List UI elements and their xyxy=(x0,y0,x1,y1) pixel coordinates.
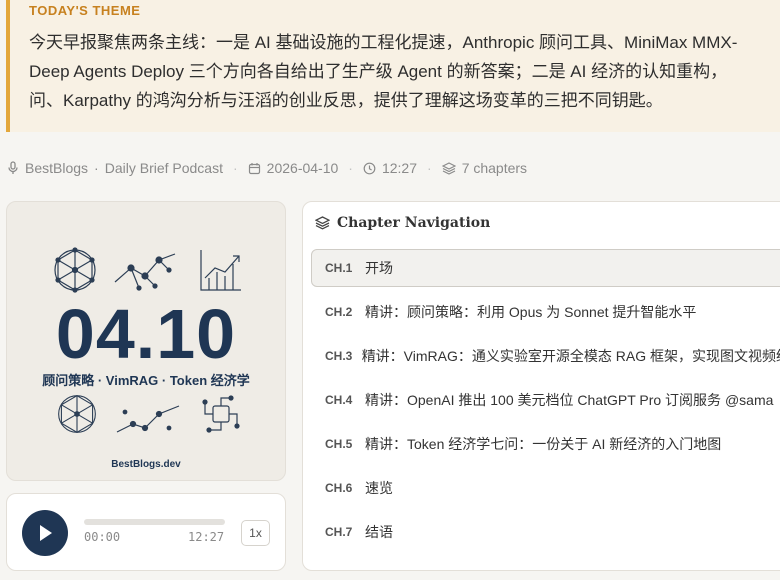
chapter-item[interactable]: CH.5 精讲：Token 经济学七问：一份关于 AI 新经济的入门地图 xyxy=(311,425,780,463)
clock-icon xyxy=(363,162,376,175)
play-icon xyxy=(40,525,52,541)
episode-date: 2026-04-10 xyxy=(266,160,339,176)
meta-separator: · xyxy=(233,160,238,176)
episode-meta: BestBlogs · Daily Brief Podcast · 2026-0… xyxy=(7,158,527,178)
episode-duration: 12:27 xyxy=(381,160,418,176)
chapter-number: CH.5 xyxy=(325,437,353,451)
audio-player: 00:00 12:27 1x xyxy=(6,493,286,571)
play-button[interactable] xyxy=(22,510,68,556)
chapter-item[interactable]: CH.3 精讲：VimRAG：通义实验室开源全模态 RAG 框架，实现图文视频统 xyxy=(311,337,780,375)
theme-text: 今天早报聚焦两条主线：一是 AI 基础设施的工程化提速，Anthropic 顾问… xyxy=(29,28,780,115)
meta-dot: · xyxy=(94,160,99,176)
chapter-number: CH.7 xyxy=(325,525,353,539)
network-globe-icon xyxy=(54,247,96,293)
chapter-item[interactable]: CH.4 精讲：OpenAI 推出 100 美元档位 ChatGPT Pro 订阅… xyxy=(311,381,780,419)
chapter-item[interactable]: CH.1 开场 xyxy=(311,249,780,287)
chapter-title: 精讲：Token 经济学七问：一份关于 AI 新经济的入门地图 xyxy=(365,436,722,452)
current-time: 00:00 xyxy=(84,530,121,544)
growth-chart-icon xyxy=(200,250,241,291)
theme-label: TODAY'S THEME xyxy=(29,3,141,18)
theme-line: 今天早报聚焦两条主线：一是 AI 基础设施的工程化提速，Anthropic 顾问… xyxy=(29,33,738,52)
chapter-item[interactable]: CH.6 速览 xyxy=(311,469,780,507)
chapter-number: CH.6 xyxy=(325,481,353,495)
chapter-title: 速览 xyxy=(365,480,393,496)
chapter-number: CH.1 xyxy=(325,261,353,275)
podcast-name: Daily Brief Podcast xyxy=(104,160,223,176)
chapter-item[interactable]: CH.2 精讲：顾问策略：利用 Opus 为 Sonnet 提升智能水平 xyxy=(311,293,780,331)
theme-banner: TODAY'S THEME 今天早报聚焦两条主线：一是 AI 基础设施的工程化提… xyxy=(6,0,780,132)
chapter-list: CH.1 开场 CH.2 精讲：顾问策略：利用 Opus 为 Sonnet 提升智能水… xyxy=(311,249,780,557)
network-globe-icon xyxy=(58,395,96,433)
chapter-number: CH.2 xyxy=(325,305,353,319)
scatter-plot-icon xyxy=(116,405,180,433)
layers-icon xyxy=(441,161,456,175)
chapter-title: 精讲：VimRAG：通义实验室开源全模态 RAG 框架，实现图文视频统 xyxy=(361,348,780,364)
chapter-item[interactable]: CH.7 结语 xyxy=(311,513,780,551)
chapter-panel-title: Chapter Navigation xyxy=(337,215,491,231)
theme-line: Deep Agents Deploy 三个方向各自给出了生产级 Agent 的新… xyxy=(29,62,728,81)
chapter-panel: Chapter Navigation CH.1 开场 CH.2 精讲：顾问策略：利用 … xyxy=(302,201,780,571)
source-name: BestBlogs xyxy=(25,160,89,176)
speed-button[interactable]: 1x xyxy=(241,520,270,546)
layers-icon xyxy=(315,216,330,230)
meta-separator: · xyxy=(427,160,432,176)
cover-site: BestBlogs.dev xyxy=(111,459,181,470)
chapter-title: 精讲：顾问策略：利用 Opus 为 Sonnet 提升智能水平 xyxy=(365,304,697,320)
chapter-count: 7 chapters xyxy=(461,160,528,176)
theme-line: 问、Karpathy 的鸿沟分析与汪滔的创业反思，提供了理解这场变革的三把不同钥… xyxy=(29,91,663,110)
chapter-title: 结语 xyxy=(365,524,393,540)
progress-bar[interactable] xyxy=(84,519,225,525)
chapter-panel-header: Chapter Navigation xyxy=(315,213,490,233)
cover-date: 04.10 xyxy=(55,295,237,373)
chapter-title: 精讲：OpenAI 推出 100 美元档位 ChatGPT Pro 订阅服务 @… xyxy=(365,392,774,408)
node-graph-icon xyxy=(114,253,176,291)
chapter-title: 开场 xyxy=(365,260,393,276)
circuit-chip-icon xyxy=(202,395,240,433)
chapter-number: CH.4 xyxy=(325,393,353,407)
meta-separator: · xyxy=(348,160,353,176)
cover-subtitle: 顾问策略 · VimRAG · Token 经济学 xyxy=(42,373,250,388)
chapter-number: CH.3 xyxy=(325,349,353,363)
total-time: 12:27 xyxy=(188,530,225,544)
calendar-icon xyxy=(248,162,261,175)
episode-cover: 04.10 顾问策略 · VimRAG · Token 经济学 BestBlog… xyxy=(6,201,286,481)
microphone-icon xyxy=(7,161,19,175)
